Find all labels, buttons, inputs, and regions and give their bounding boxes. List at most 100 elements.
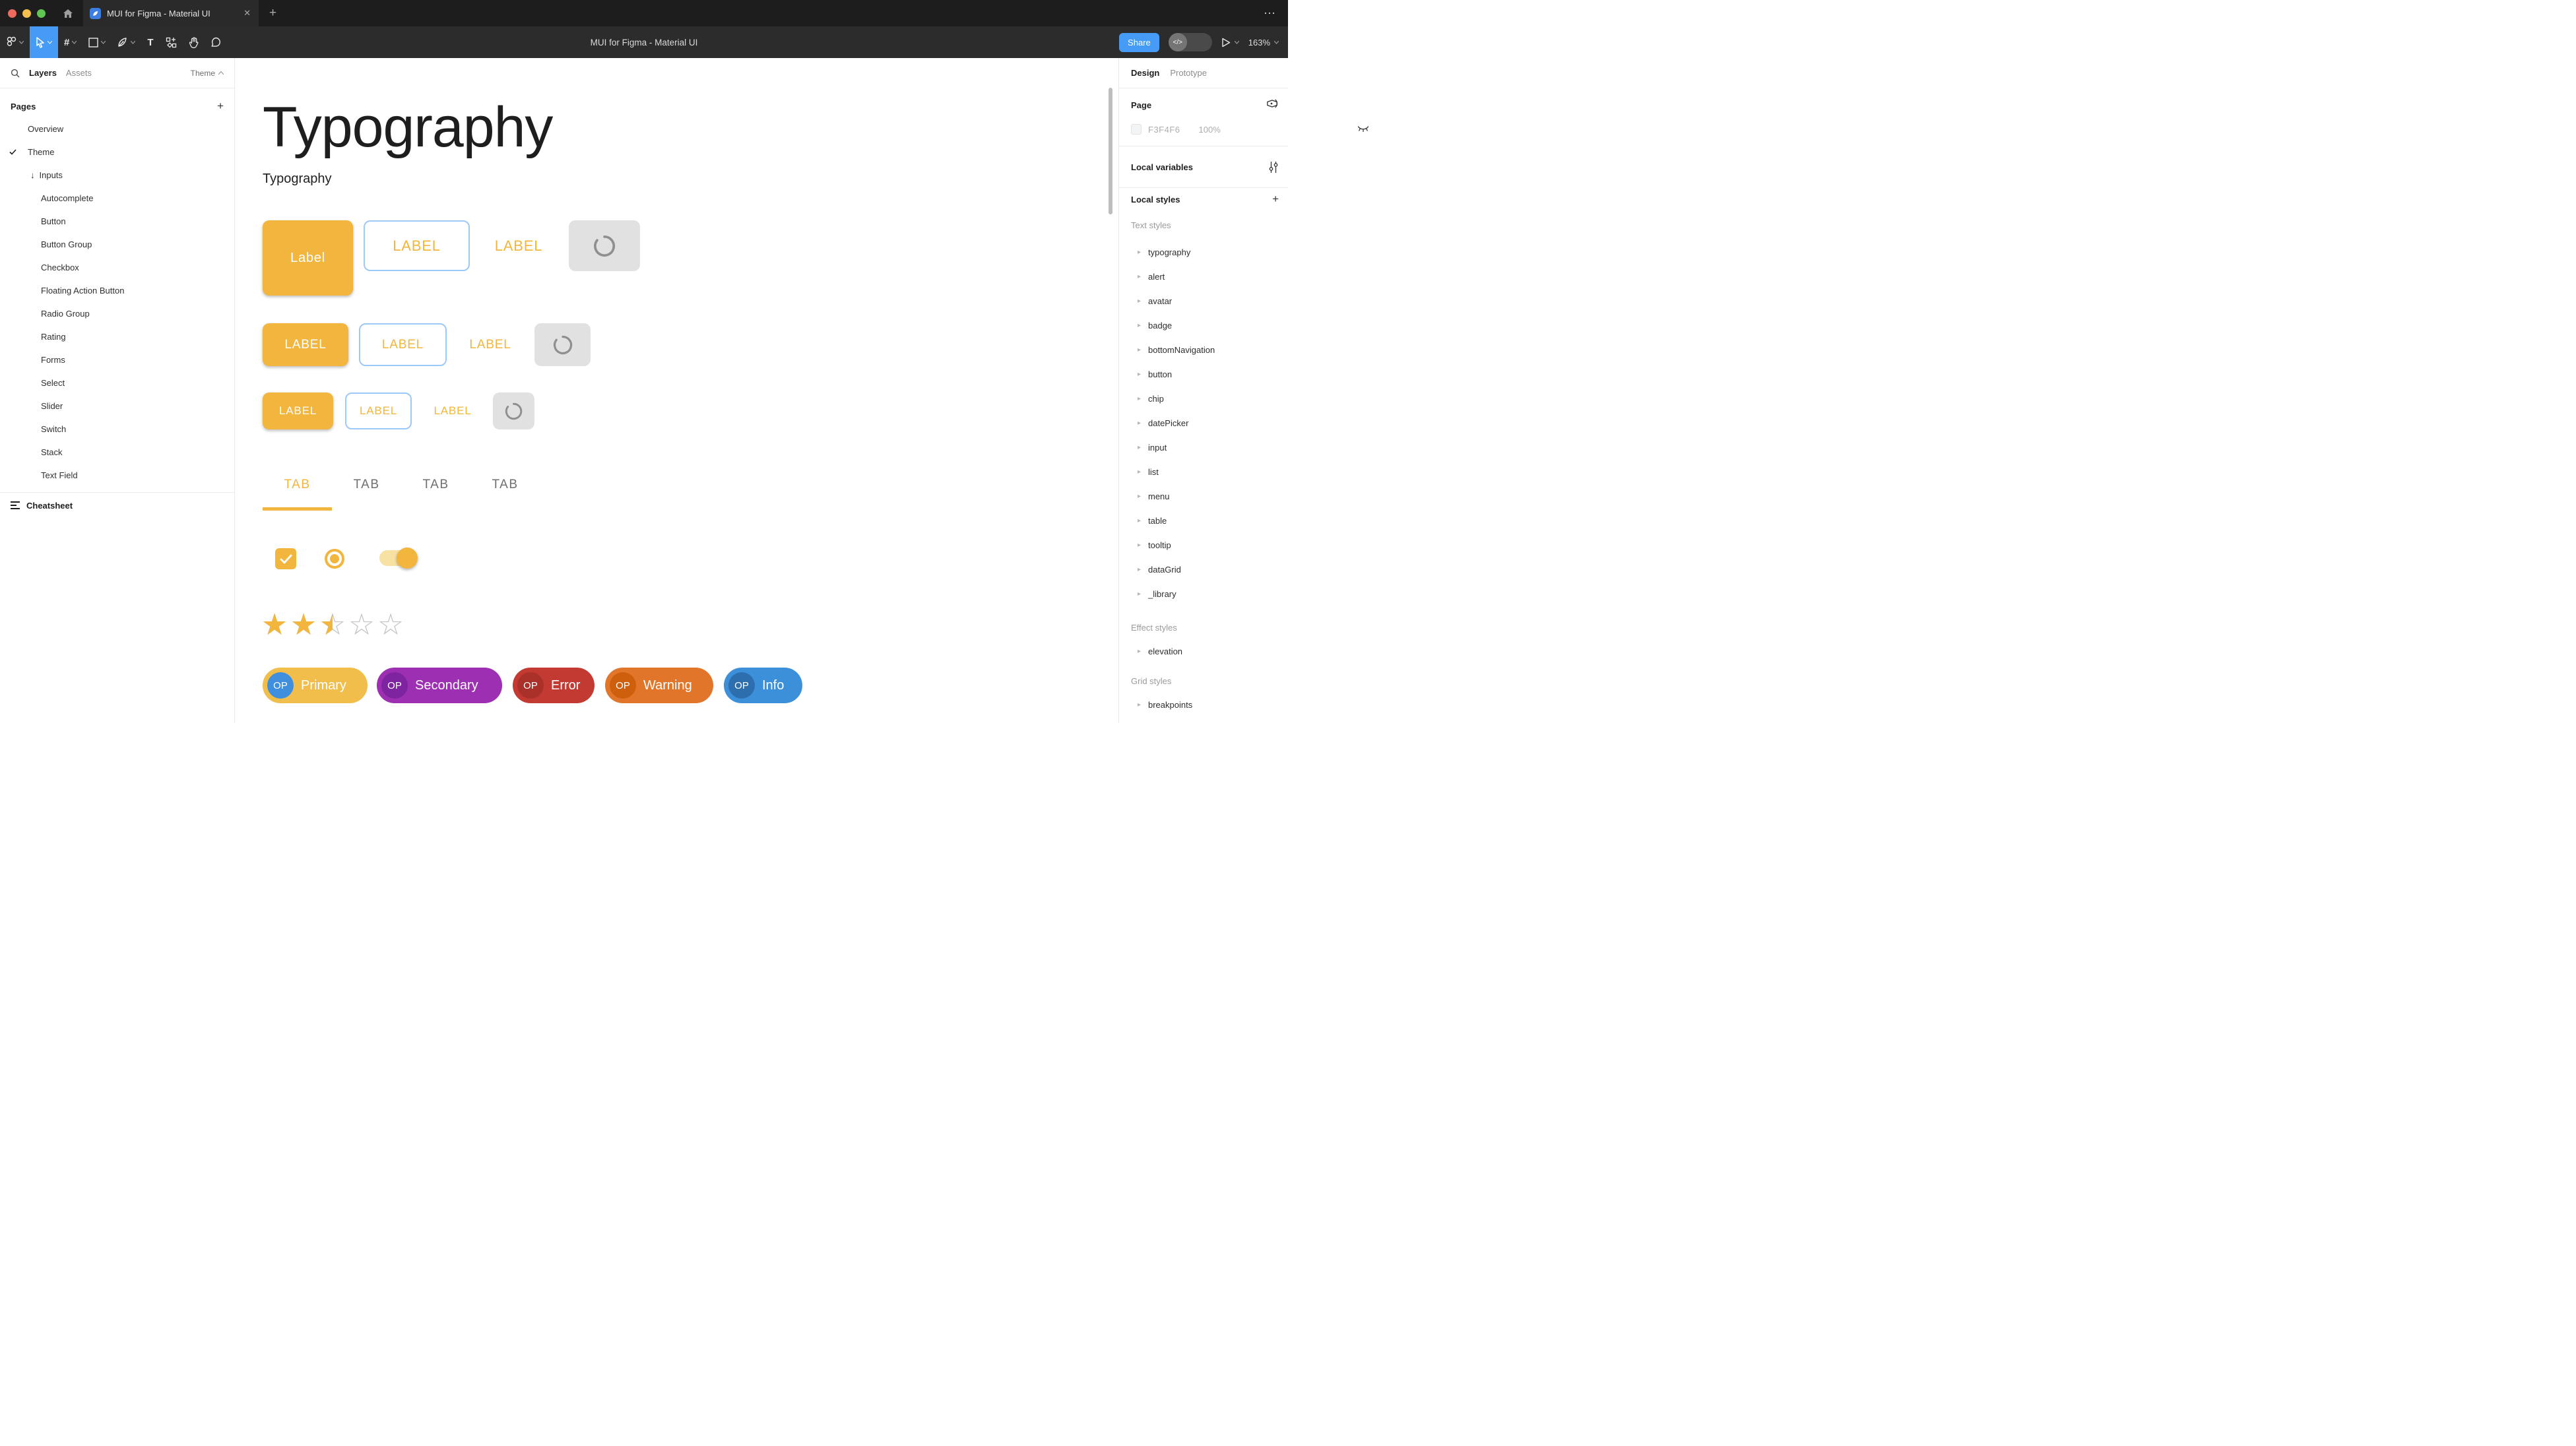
maximize-window-icon[interactable] xyxy=(37,9,46,18)
button-contained-large[interactable]: Label xyxy=(263,220,353,296)
style-item[interactable]: ▸ _library xyxy=(1119,582,1288,606)
layer-item[interactable]: Forms xyxy=(0,348,234,371)
add-style-icon[interactable]: + xyxy=(1272,193,1279,206)
dev-mode-toggle[interactable]: </> xyxy=(1169,33,1212,51)
shape-tool-button[interactable] xyxy=(82,26,112,58)
layer-item[interactable]: Select xyxy=(0,371,234,394)
tab-design[interactable]: Design xyxy=(1131,68,1159,78)
page-color-row[interactable]: F3F4F6 100% xyxy=(1131,124,1221,135)
button-contained-small[interactable]: LABEL xyxy=(263,393,333,429)
page-color-opacity[interactable]: 100% xyxy=(1199,125,1221,135)
minimize-window-icon[interactable] xyxy=(22,9,31,18)
add-page-icon[interactable]: + xyxy=(217,100,224,113)
layer-item[interactable]: Autocomplete xyxy=(0,187,234,210)
style-item[interactable]: ▸ button xyxy=(1119,362,1288,387)
style-item[interactable]: ▸ alert xyxy=(1119,265,1288,289)
style-item[interactable]: ▸ avatar xyxy=(1119,289,1288,313)
design-canvas[interactable]: Typography Typography Label LABEL LABEL … xyxy=(235,58,1118,723)
disclosure-icon[interactable]: ▸ xyxy=(1138,322,1143,329)
button-outlined-small[interactable]: LABEL xyxy=(345,393,412,429)
main-menu-button[interactable] xyxy=(0,26,30,58)
layer-item[interactable]: Text Field xyxy=(0,464,234,487)
button-text-small[interactable]: LABEL xyxy=(426,393,479,429)
home-button[interactable] xyxy=(58,3,78,23)
text-tool-button[interactable]: T xyxy=(141,26,159,58)
frame-tool-button[interactable]: # xyxy=(58,26,82,58)
disclosure-icon[interactable]: ▸ xyxy=(1138,648,1143,655)
chip-warning[interactable]: OP Warning xyxy=(605,668,713,703)
tab-assets[interactable]: Assets xyxy=(66,68,92,78)
styles-icon[interactable] xyxy=(1266,98,1279,110)
layer-item[interactable]: Radio Group xyxy=(0,302,234,325)
disclosure-icon[interactable]: ▸ xyxy=(1138,298,1143,305)
style-item[interactable]: ▸ table xyxy=(1119,509,1288,533)
disclosure-icon[interactable]: ▸ xyxy=(1138,420,1143,427)
disclosure-icon[interactable]: ▸ xyxy=(1138,444,1143,451)
layer-item[interactable]: Switch xyxy=(0,418,234,441)
browser-tab[interactable]: MUI for Figma - Material UI ✕ xyxy=(83,0,259,26)
layer-item[interactable]: Button Group xyxy=(0,233,234,256)
switch-on[interactable] xyxy=(379,550,410,566)
zoom-menu[interactable]: 163% xyxy=(1248,38,1279,47)
close-tab-icon[interactable]: ✕ xyxy=(242,8,252,18)
button-loading-medium[interactable] xyxy=(534,323,591,366)
button-loading-small[interactable] xyxy=(493,393,534,429)
resources-tool-button[interactable] xyxy=(160,26,183,58)
layer-item[interactable]: Checkbox xyxy=(0,256,234,279)
style-item[interactable]: ▸ tooltip xyxy=(1119,533,1288,557)
share-button[interactable]: Share xyxy=(1119,33,1159,52)
page-item-theme[interactable]: Theme xyxy=(0,141,234,164)
layer-item[interactable]: Slider xyxy=(0,394,234,418)
chip-error[interactable]: OP Error xyxy=(513,668,595,703)
star-icon[interactable]: ☆★ xyxy=(260,608,289,641)
style-item[interactable]: ▸ chip xyxy=(1119,387,1288,411)
button-contained-medium[interactable]: LABEL xyxy=(263,323,348,366)
style-item[interactable]: ▸ badge xyxy=(1119,313,1288,338)
disclosure-icon[interactable]: ▸ xyxy=(1138,701,1143,708)
layer-item[interactable]: Stack xyxy=(0,441,234,464)
button-outlined-large[interactable]: LABEL xyxy=(364,220,470,271)
style-item[interactable]: ▸ elevation xyxy=(1119,639,1288,664)
radio-selected[interactable] xyxy=(325,549,344,569)
button-outlined-medium[interactable]: LABEL xyxy=(359,323,447,366)
disclosure-icon[interactable]: ▸ xyxy=(1138,371,1143,378)
tab-item[interactable]: TAB xyxy=(401,459,470,511)
tab-layers[interactable]: Layers xyxy=(29,68,57,78)
move-tool-button[interactable] xyxy=(30,26,58,58)
comment-tool-button[interactable] xyxy=(205,26,227,58)
page-indicator[interactable]: Theme xyxy=(191,69,224,78)
disclosure-icon[interactable]: ▸ xyxy=(1138,273,1143,280)
layer-item[interactable]: Button xyxy=(0,210,234,233)
close-window-icon[interactable] xyxy=(8,9,16,18)
new-tab-icon[interactable]: + xyxy=(269,6,276,20)
chip-primary[interactable]: OP Primary xyxy=(263,668,368,703)
disclosure-icon[interactable]: ▸ xyxy=(1138,590,1143,598)
tab-item[interactable]: TAB xyxy=(332,459,401,511)
page-item-cheatsheet[interactable]: Cheatsheet xyxy=(0,493,234,518)
disclosure-icon[interactable]: ▸ xyxy=(1138,517,1143,524)
style-item[interactable]: ▸ input xyxy=(1119,435,1288,460)
disclosure-icon[interactable]: ▸ xyxy=(1138,468,1143,476)
chip-info[interactable]: OP Info xyxy=(724,668,802,703)
star-icon[interactable]: ☆★ xyxy=(289,608,318,641)
disclosure-icon[interactable]: ▸ xyxy=(1138,542,1143,549)
star-icon[interactable]: ☆★ xyxy=(347,608,376,641)
tab-item[interactable]: TAB xyxy=(470,459,540,511)
disclosure-icon[interactable]: ▸ xyxy=(1138,566,1143,573)
style-item[interactable]: ▸ menu xyxy=(1119,484,1288,509)
pen-tool-button[interactable] xyxy=(112,26,141,58)
layer-item[interactable]: Rating xyxy=(0,325,234,348)
vertical-scrollbar[interactable] xyxy=(1109,88,1112,214)
adjustments-icon[interactable] xyxy=(1268,161,1279,173)
style-item[interactable]: ▸ dataGrid xyxy=(1119,557,1288,582)
style-item[interactable]: ▸ breakpoints xyxy=(1119,693,1288,717)
style-item[interactable]: ▸ typography xyxy=(1119,240,1288,265)
hand-tool-button[interactable] xyxy=(183,26,205,58)
tab-prototype[interactable]: Prototype xyxy=(1170,68,1207,78)
disclosure-icon[interactable]: ▸ xyxy=(1138,395,1143,402)
checkbox-checked[interactable] xyxy=(275,548,296,569)
style-item[interactable]: ▸ list xyxy=(1119,460,1288,484)
page-item-overview[interactable]: Overview xyxy=(0,117,234,141)
disclosure-icon[interactable]: ▸ xyxy=(1138,249,1143,256)
overflow-menu-icon[interactable]: ⋯ xyxy=(1264,0,1276,26)
